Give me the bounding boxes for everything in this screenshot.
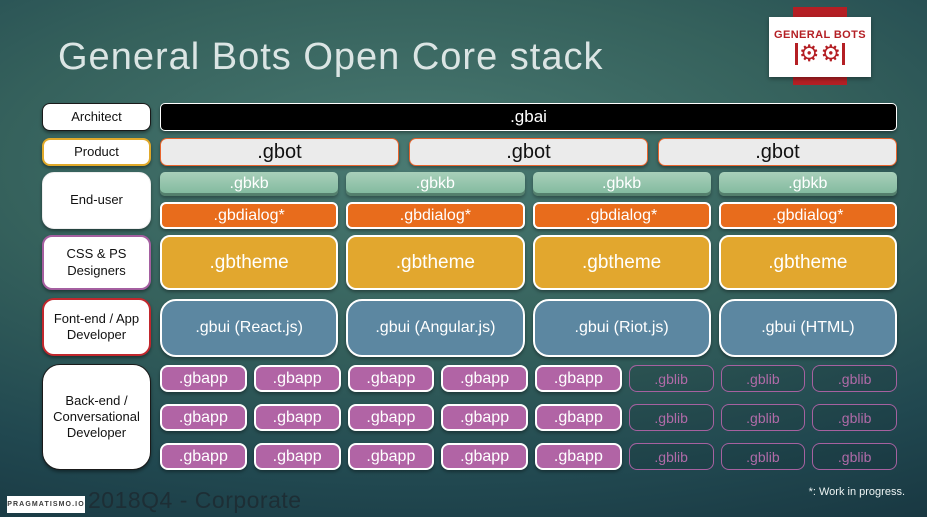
row-label-frontend-app-developer: Font-end / App Developer bbox=[42, 298, 151, 356]
gbapp-box: .gbapp bbox=[441, 365, 528, 392]
gbapp-gblib-row: .gbapp .gbapp .gbapp .gbapp .gbapp .gbli… bbox=[160, 365, 897, 392]
gbot-box: .gbot bbox=[160, 138, 399, 166]
gbkb-box: .gbkb bbox=[160, 172, 339, 196]
gbapp-box: .gbapp bbox=[160, 404, 247, 431]
gblib-box: .gblib bbox=[812, 404, 897, 431]
gbot-row: .gbot .gbot .gbot bbox=[160, 138, 897, 166]
general-bots-logo: GENERAL BOTS ⚙ ⚙ bbox=[769, 7, 871, 85]
gbai-box: .gbai bbox=[160, 103, 897, 131]
gbui-react-box: .gbui (React.js) bbox=[160, 299, 339, 357]
gbtheme-box: .gbtheme bbox=[160, 235, 339, 290]
gbapp-box: .gbapp bbox=[535, 443, 622, 470]
gblib-box: .gblib bbox=[812, 443, 897, 470]
gbtheme-box: .gbtheme bbox=[532, 235, 711, 290]
gbapp-box: .gbapp bbox=[253, 404, 341, 431]
gbdialog-box: .gbdialog* bbox=[160, 202, 339, 229]
slide-title: General Bots Open Core stack bbox=[58, 36, 604, 78]
slide: General Bots Open Core stack GENERAL BOT… bbox=[0, 0, 927, 517]
gbapp-box: .gbapp bbox=[347, 443, 435, 470]
gbui-riot-box: .gbui (Riot.js) bbox=[532, 299, 711, 357]
gbot-box: .gbot bbox=[409, 138, 648, 166]
gbapp-gblib-row: .gbapp .gbapp .gbapp .gbapp .gbapp .gbli… bbox=[160, 404, 897, 431]
gbai-row: .gbai bbox=[160, 103, 897, 131]
gblib-box: .gblib bbox=[720, 404, 806, 431]
gbkb-box: .gbkb bbox=[346, 172, 525, 196]
gbapp-box: .gbapp bbox=[160, 365, 247, 392]
gbapp-box: .gbapp bbox=[253, 443, 341, 470]
gbot-box: .gbot bbox=[658, 138, 897, 166]
gear-icon: ⚙ bbox=[798, 40, 820, 66]
gbapp-box: .gbapp bbox=[441, 404, 528, 431]
gear-bar-right bbox=[842, 42, 846, 65]
gear-bar-left bbox=[794, 42, 798, 65]
row-label-css-ps-designers: CSS & PS Designers bbox=[42, 235, 151, 290]
gbapp-box: .gbapp bbox=[160, 443, 247, 470]
row-label-end-user: End-user bbox=[42, 172, 151, 229]
gbdialog-box: .gbdialog* bbox=[718, 202, 897, 229]
gblib-box: .gblib bbox=[720, 365, 806, 392]
row-label-architect: Architect bbox=[42, 103, 151, 131]
gbtheme-row: .gbtheme .gbtheme .gbtheme .gbtheme bbox=[160, 235, 897, 290]
gbkb-box: .gbkb bbox=[532, 172, 711, 196]
gbdialog-box: .gbdialog* bbox=[346, 202, 525, 229]
gear-icon: ⚙ bbox=[820, 40, 842, 66]
gblib-box: .gblib bbox=[628, 365, 714, 392]
gears-icon: ⚙ ⚙ bbox=[794, 40, 846, 66]
pragmatismo-logo: PRAGMATISMO.IO bbox=[7, 496, 85, 513]
row-label-product: Product bbox=[42, 138, 151, 166]
gblib-box: .gblib bbox=[628, 404, 714, 431]
gbkb-row: .gbkb .gbkb .gbkb .gbkb bbox=[160, 172, 897, 196]
footer-caption: 2018Q4 - Corporate bbox=[88, 487, 302, 513]
gbapp-box: .gbapp bbox=[347, 404, 435, 431]
gbapp-box: .gbapp bbox=[441, 443, 528, 470]
gbapp-box: .gbapp bbox=[347, 365, 435, 392]
work-in-progress-footnote: *: Work in progress. bbox=[808, 486, 905, 498]
gbapp-gblib-row: .gbapp .gbapp .gbapp .gbapp .gbapp .gbli… bbox=[160, 443, 897, 470]
logo-brand-text: GENERAL BOTS bbox=[774, 29, 866, 41]
gbui-row: .gbui (React.js) .gbui (Angular.js) .gbu… bbox=[160, 299, 897, 357]
row-label-backend-conversational-developer: Back-end / Conversational Developer bbox=[42, 364, 151, 470]
gbtheme-box: .gbtheme bbox=[346, 235, 525, 290]
gblib-box: .gblib bbox=[812, 365, 897, 392]
logo-card: GENERAL BOTS ⚙ ⚙ bbox=[769, 17, 871, 77]
gbui-angular-box: .gbui (Angular.js) bbox=[346, 299, 525, 357]
gbapp-box: .gbapp bbox=[535, 404, 622, 431]
gbapp-box: .gbapp bbox=[253, 365, 341, 392]
gblib-box: .gblib bbox=[628, 443, 714, 470]
gbdialog-row: .gbdialog* .gbdialog* .gbdialog* .gbdial… bbox=[160, 202, 897, 229]
gbdialog-box: .gbdialog* bbox=[532, 202, 711, 229]
gbapp-box: .gbapp bbox=[535, 365, 622, 392]
gbkb-box: .gbkb bbox=[718, 172, 897, 196]
gbtheme-box: .gbtheme bbox=[718, 235, 897, 290]
gblib-box: .gblib bbox=[720, 443, 806, 470]
gbui-html-box: .gbui (HTML) bbox=[718, 299, 897, 357]
